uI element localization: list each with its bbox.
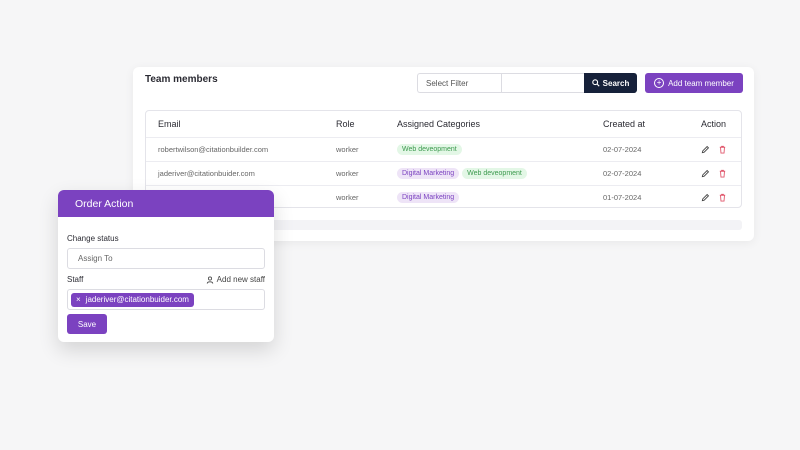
row-categories: Digital Marketing Web deveopment	[397, 168, 527, 179]
trash-icon[interactable]	[718, 145, 727, 154]
pencil-icon[interactable]	[701, 169, 710, 178]
filter-input[interactable]	[501, 73, 584, 93]
trash-icon[interactable]	[718, 169, 727, 178]
save-button[interactable]: Save	[67, 314, 107, 334]
search-button[interactable]: Search	[584, 73, 637, 93]
modal-header: Order Action	[58, 190, 274, 217]
row-role: worker	[336, 169, 359, 178]
modal-title: Order Action	[75, 197, 134, 210]
table-header: Email Role Assigned Categories Created a…	[146, 111, 741, 137]
row-email: jaderiver@citationbuider.com	[158, 169, 255, 178]
staff-label: Staff	[67, 275, 84, 284]
staff-multiselect[interactable]: × jaderiver@citationbuider.com	[67, 289, 265, 310]
trash-icon[interactable]	[718, 193, 727, 202]
plus-circle-icon: +	[654, 78, 665, 88]
pencil-icon[interactable]	[701, 193, 710, 202]
filter-bar: Select Filter Search	[417, 73, 637, 93]
table-row: robertwilson@citationbuilder.com worker …	[146, 137, 741, 161]
category-tag: Web deveopment	[462, 168, 527, 179]
column-header-email: Email	[158, 119, 181, 129]
pencil-icon[interactable]	[701, 145, 710, 154]
row-created: 01-07-2024	[603, 193, 642, 202]
add-new-staff-label: Add new staff	[216, 275, 265, 284]
table-row: jaderiver@citationbuider.com worker Digi…	[146, 161, 741, 185]
column-header-role: Role	[336, 119, 355, 129]
column-header-action: Action	[701, 119, 727, 129]
staff-chip-label: jaderiver@citationbuider.com	[85, 295, 189, 304]
chip-remove-icon[interactable]: ×	[76, 295, 81, 304]
search-icon	[591, 79, 600, 87]
column-header-created: Created at	[603, 119, 646, 129]
row-categories: Web deveopment	[397, 144, 462, 155]
category-tag: Digital Marketing	[397, 168, 460, 179]
row-actions	[701, 193, 727, 202]
order-action-modal: Order Action Change status Assign To Sta…	[58, 190, 274, 342]
row-created: 02-07-2024	[603, 145, 642, 154]
staff-chip: × jaderiver@citationbuider.com	[71, 292, 194, 307]
row-email: robertwilson@citationbuilder.com	[158, 145, 269, 154]
column-header-categories: Assigned Categories	[397, 119, 481, 129]
add-new-staff-link[interactable]: Add new staff	[206, 275, 265, 284]
change-status-label: Change status	[67, 234, 119, 243]
row-actions	[701, 169, 727, 178]
category-tag: Digital Marketing	[397, 192, 460, 203]
row-actions	[701, 145, 727, 154]
category-tag: Web deveopment	[397, 144, 462, 155]
search-button-label: Search	[602, 78, 630, 88]
select-filter-dropdown[interactable]: Select Filter	[417, 73, 501, 93]
status-select[interactable]: Assign To	[67, 248, 265, 269]
row-categories: Digital Marketing	[397, 192, 460, 203]
page-title: Team members	[145, 74, 218, 85]
row-role: worker	[336, 145, 359, 154]
add-team-member-label: Add team member	[668, 78, 734, 88]
row-created: 02-07-2024	[603, 169, 642, 178]
add-team-member-button[interactable]: + Add team member	[645, 73, 743, 93]
row-role: worker	[336, 193, 359, 202]
user-icon	[206, 276, 214, 284]
